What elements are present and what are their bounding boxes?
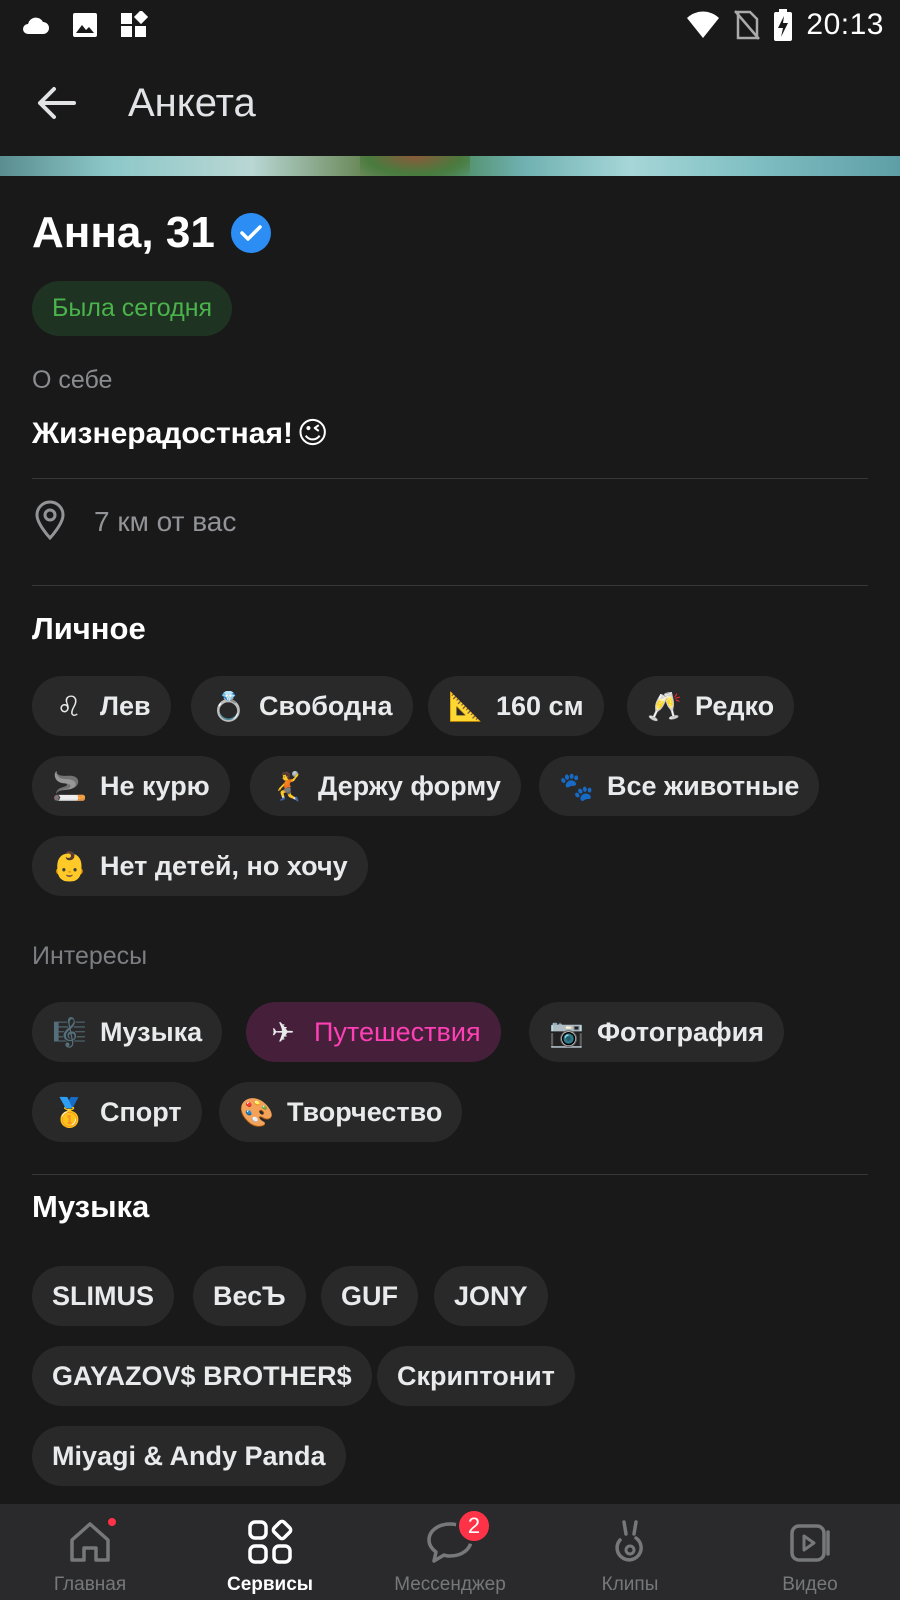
ruler-icon: 📐 bbox=[448, 689, 483, 723]
cloud-icon bbox=[20, 14, 50, 36]
interest-chip-music: 🎼 Музыка bbox=[32, 1002, 223, 1062]
airplane-icon: ✈ bbox=[271, 1015, 295, 1049]
wifi-icon bbox=[686, 11, 720, 39]
chip-label: Свободна bbox=[259, 690, 393, 721]
music-section-title: Музыка bbox=[32, 1189, 150, 1224]
interest-chip-creativity: 🎨 Творчество bbox=[219, 1082, 463, 1142]
wink-emoji: 😉 bbox=[296, 416, 329, 451]
verified-icon[interactable] bbox=[230, 213, 271, 253]
status-right-icons: 20:13 bbox=[686, 8, 884, 42]
music-artist-chip[interactable]: GUF bbox=[321, 1266, 418, 1326]
paw-icon: 🐾 bbox=[559, 769, 594, 803]
name-row: Анна, 31 bbox=[32, 208, 271, 258]
chip-label: Лев bbox=[100, 690, 151, 721]
chip-label: Не курю bbox=[100, 770, 210, 801]
about-text: Жизнерадостная! 😉 bbox=[32, 416, 328, 451]
chip-label: Редко bbox=[695, 690, 775, 721]
nav-label: Видео bbox=[782, 1574, 838, 1595]
leo-icon: ♌ bbox=[56, 689, 82, 723]
messenger-icon: 2 bbox=[422, 1508, 492, 1570]
arrow-left-icon bbox=[38, 87, 76, 119]
personal-section-title: Личное bbox=[32, 611, 146, 646]
nav-item-services[interactable]: Сервисы bbox=[180, 1504, 360, 1600]
divider bbox=[32, 478, 868, 479]
home-icon bbox=[62, 1514, 118, 1570]
champagne-icon: 🥂 bbox=[647, 689, 682, 723]
music-artist-chip[interactable]: GAYAZOV$ BROTHER$ bbox=[32, 1346, 372, 1406]
no-sim-icon bbox=[734, 10, 761, 40]
unread-badge: 2 bbox=[456, 1508, 492, 1544]
nav-item-clips[interactable]: Клипы bbox=[540, 1504, 720, 1600]
music-artist-chip[interactable]: SLIMUS bbox=[32, 1266, 175, 1326]
nav-item-video[interactable]: Видео bbox=[720, 1504, 900, 1600]
music-score-icon: 🎼 bbox=[52, 1015, 87, 1049]
video-icon bbox=[782, 1514, 838, 1570]
chip-label: 160 см bbox=[496, 690, 584, 721]
personal-chip-fitness: 🤾 Держу форму bbox=[250, 756, 521, 816]
clips-icon bbox=[602, 1514, 658, 1570]
music-artist-chip[interactable]: ВесЪ bbox=[193, 1266, 306, 1326]
app-bar: Анкета bbox=[0, 50, 900, 156]
chip-label: Фотография bbox=[597, 1016, 764, 1047]
personal-chip-relationship: 💍 Свободна bbox=[191, 676, 413, 736]
status-bar: 20:13 bbox=[0, 0, 900, 50]
music-artist-chip[interactable]: JONY bbox=[434, 1266, 548, 1326]
interest-chip-sport: 🥇 Спорт bbox=[32, 1082, 202, 1142]
nav-label: Сервисы bbox=[226, 1574, 314, 1595]
back-button[interactable] bbox=[26, 73, 86, 133]
personal-chip-height: 📐 160 см bbox=[428, 676, 604, 736]
about-text-value: Жизнерадостная! bbox=[32, 416, 293, 450]
profile-photo[interactable] bbox=[0, 156, 900, 176]
chip-label: Музыка bbox=[100, 1016, 203, 1047]
status-left-icons bbox=[20, 11, 148, 39]
palette-icon: 🎨 bbox=[239, 1095, 274, 1129]
chip-label: Путешествия bbox=[314, 1016, 481, 1047]
nav-label: Мессенджер bbox=[394, 1574, 506, 1595]
widgets-icon bbox=[120, 11, 148, 39]
interests-label: Интересы bbox=[32, 942, 148, 970]
personal-chip-pets: 🐾 Все животные bbox=[539, 756, 820, 816]
profile-name: Анна, 31 bbox=[32, 208, 215, 257]
sport-person-icon: 🤾 bbox=[270, 769, 305, 803]
page-title: Анкета bbox=[128, 80, 256, 125]
nav-label: Главная bbox=[53, 1574, 127, 1595]
medal-icon: 🥇 bbox=[52, 1095, 87, 1129]
about-label: О себе bbox=[32, 366, 113, 394]
chip-label: Творчество bbox=[287, 1096, 443, 1127]
online-status-badge: Была сегодня bbox=[32, 281, 233, 336]
baby-icon: 👶 bbox=[52, 849, 87, 883]
divider bbox=[32, 585, 868, 586]
status-time: 20:13 bbox=[806, 8, 884, 41]
interest-chip-photo: 📷 Фотография bbox=[529, 1002, 784, 1062]
personal-chip-zodiac: ♌ Лев bbox=[32, 676, 171, 736]
personal-chip-children: 👶 Нет детей, но хочу bbox=[32, 836, 368, 896]
interest-chip-travel: ✈ Путешествия bbox=[246, 1002, 501, 1062]
nav-label: Клипы bbox=[601, 1574, 659, 1595]
camera-icon: 📷 bbox=[549, 1015, 584, 1049]
ring-icon: 💍 bbox=[211, 689, 246, 723]
image-icon bbox=[72, 12, 98, 38]
chip-label: Спорт bbox=[100, 1096, 182, 1127]
smoking-icon: 🚬 bbox=[52, 769, 87, 803]
chip-label: Все животные bbox=[607, 770, 800, 801]
battery-charging-icon bbox=[774, 9, 793, 41]
distance-row: 7 км от вас bbox=[32, 498, 236, 546]
location-pin-icon bbox=[32, 500, 68, 545]
bottom-nav: Главная Сервисы 2 Мессенджер Клипы Видео bbox=[0, 1504, 900, 1600]
chip-label: Держу форму bbox=[318, 770, 501, 801]
distance-text: 7 км от вас bbox=[94, 506, 237, 537]
divider bbox=[32, 1174, 868, 1175]
chip-label: Нет детей, но хочу bbox=[100, 850, 348, 881]
personal-chip-smoking: 🚬 Не курю bbox=[32, 756, 230, 816]
services-icon bbox=[242, 1514, 298, 1570]
nav-item-messenger[interactable]: 2 Мессенджер bbox=[360, 1504, 540, 1600]
music-artist-chip[interactable]: Miyagi & Andy Panda bbox=[32, 1426, 346, 1486]
nav-item-home[interactable]: Главная bbox=[0, 1504, 180, 1600]
music-artist-chip[interactable]: Скриптонит bbox=[377, 1346, 575, 1406]
personal-chip-alcohol: 🥂 Редко bbox=[627, 676, 795, 736]
notification-dot bbox=[106, 1516, 118, 1528]
